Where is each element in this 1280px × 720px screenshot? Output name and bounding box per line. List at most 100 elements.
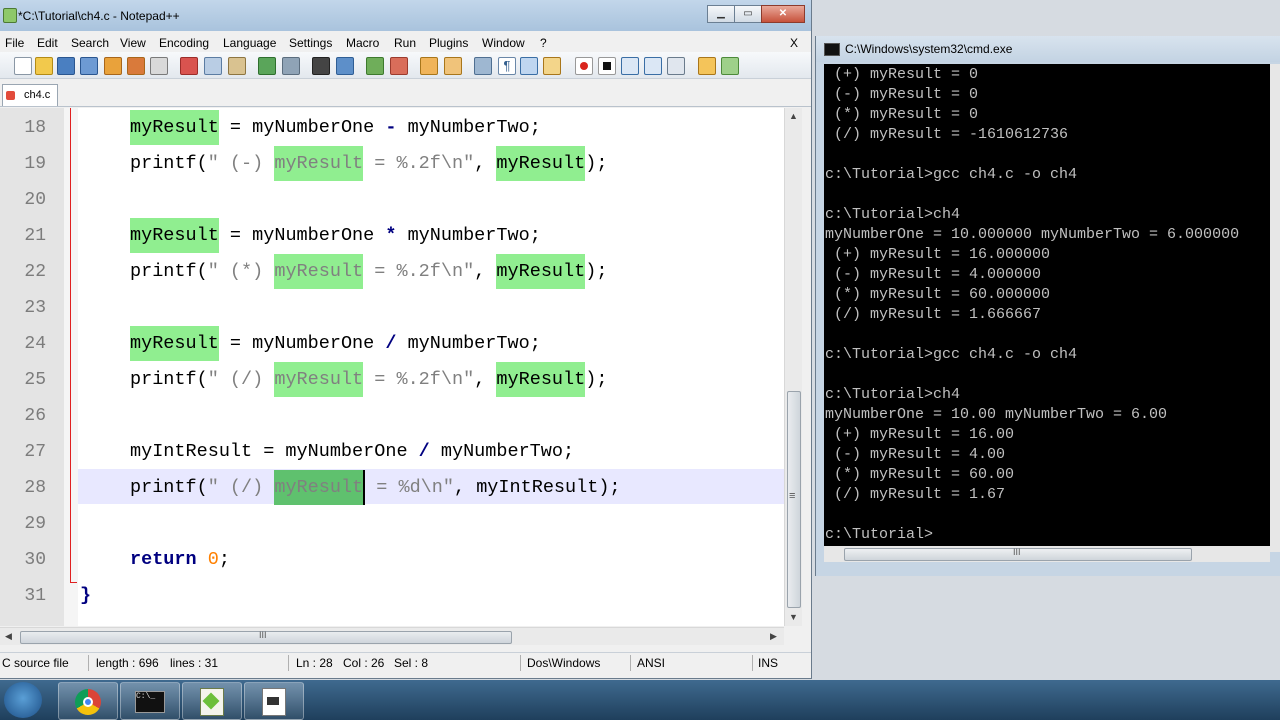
taskbar-cmd[interactable]: C:\_ — [120, 682, 180, 720]
code-editor[interactable]: 18 19 20 21 22 23 24 25 26 27 28 29 30 3… — [0, 108, 784, 626]
zoom-in-icon[interactable] — [366, 57, 384, 75]
show-all-chars-icon[interactable]: ¶ — [498, 57, 516, 75]
line-number: 19 — [24, 154, 46, 174]
minimize-button[interactable]: ▁ — [707, 5, 735, 23]
word-wrap-icon[interactable] — [474, 57, 492, 75]
close-window-button[interactable]: ✕ — [761, 5, 805, 23]
open-file-icon[interactable] — [35, 57, 53, 75]
maximize-button[interactable]: ▭ — [734, 5, 762, 23]
token-highlight: myResult — [130, 218, 219, 253]
console-output[interactable]: (+) myResult = 0 (-) myResult = 0 (*) my… — [824, 64, 1270, 552]
scroll-grip: III — [259, 630, 267, 640]
menu-encoding[interactable]: Encoding — [159, 36, 209, 50]
console-line: c:\Tutorial>gcc ch4.c -o ch4 — [825, 346, 1078, 363]
close-file-icon[interactable] — [104, 57, 122, 75]
taskbar-document[interactable] — [244, 682, 304, 720]
undo-icon[interactable] — [258, 57, 276, 75]
menu-run[interactable]: Run — [394, 36, 416, 50]
scroll-down-arrow-icon[interactable]: ▼ — [789, 612, 798, 622]
sync-horizontal-icon[interactable] — [444, 57, 462, 75]
record-macro-icon[interactable] — [575, 57, 593, 75]
copy-icon[interactable] — [204, 57, 222, 75]
code-line-30: return 0; — [130, 549, 230, 570]
tab-ch4-c[interactable]: ch4.c — [2, 84, 58, 106]
editor-horizontal-scrollbar[interactable]: ◀ III ▶ — [0, 627, 784, 645]
scroll-up-arrow-icon[interactable]: ▲ — [789, 111, 798, 121]
status-column: Col : 26 — [343, 656, 385, 670]
editor-vertical-scrollbar[interactable]: ▲ ≡ ▼ — [784, 108, 802, 626]
line-number: 31 — [24, 586, 46, 606]
paste-icon[interactable] — [228, 57, 246, 75]
code-line-24: myResult = myNumberOne / myNumberTwo; — [130, 326, 541, 361]
token: , — [474, 153, 497, 174]
redo-icon[interactable] — [282, 57, 300, 75]
user-language-icon[interactable] — [543, 57, 561, 75]
scroll-right-arrow-icon[interactable]: ▶ — [770, 631, 777, 642]
cut-icon[interactable] — [180, 57, 198, 75]
menu-settings[interactable]: Settings — [289, 36, 332, 50]
code-line-28: printf(" (/) myResult = %d\n", myIntResu… — [130, 470, 621, 505]
token: , — [474, 369, 497, 390]
menu-search[interactable]: Search — [71, 36, 109, 50]
save-all-icon[interactable] — [80, 57, 98, 75]
menu-file[interactable]: File — [5, 36, 24, 50]
console-prompt: c:\Tutorial> — [825, 526, 934, 543]
token: printf( — [130, 261, 208, 282]
cmd-horizontal-scrollbar[interactable]: III — [824, 546, 1270, 562]
tab-bar: ch4.c — [0, 82, 811, 107]
find-icon[interactable] — [312, 57, 330, 75]
new-file-icon[interactable] — [14, 57, 32, 75]
fold-line — [70, 108, 71, 583]
token-highlight: myResult — [496, 254, 586, 289]
zoom-out-icon[interactable] — [390, 57, 408, 75]
run-macro-multiple-icon[interactable] — [644, 57, 662, 75]
launch-browser-icon[interactable] — [698, 57, 716, 75]
taskbar-notepadpp[interactable] — [182, 682, 242, 720]
token: , — [474, 261, 497, 282]
print-icon[interactable] — [150, 57, 168, 75]
indent-guide-icon[interactable] — [520, 57, 538, 75]
taskbar-chrome[interactable] — [58, 682, 118, 720]
vertical-scroll-thumb[interactable]: ≡ — [787, 391, 801, 608]
console-line: (/) myResult = -1610612736 — [825, 126, 1069, 143]
menu-help[interactable]: ? — [540, 36, 547, 50]
menu-plugins[interactable]: Plugins — [429, 36, 468, 50]
token: printf( — [130, 153, 208, 174]
play-macro-icon[interactable] — [621, 57, 639, 75]
save-macro-icon[interactable] — [667, 57, 685, 75]
token-operator: - — [385, 117, 397, 138]
menu-language[interactable]: Language — [223, 36, 276, 50]
status-file-type: C source file — [2, 656, 69, 670]
token: printf( — [130, 369, 208, 390]
selected-token: myResult — [274, 470, 366, 505]
menu-macro[interactable]: Macro — [346, 36, 379, 50]
menu-window[interactable]: Window — [482, 36, 525, 50]
token: ; — [218, 549, 230, 570]
stop-macro-icon[interactable] — [598, 57, 616, 75]
cmd-window: C:\Windows\system32\cmd.exe (+) myResult… — [815, 36, 1280, 576]
status-eol: Dos\Windows — [527, 656, 601, 670]
scroll-left-arrow-icon[interactable]: ◀ — [5, 631, 12, 642]
console-line: (/) myResult = 1.666667 — [825, 306, 1042, 323]
line-number-gutter: 18 19 20 21 22 23 24 25 26 27 28 29 30 3… — [0, 108, 64, 626]
console-line: (-) myResult = 4.00 — [825, 446, 1006, 463]
close-document-x[interactable]: X — [790, 36, 798, 50]
code-line-21: myResult = myNumberOne * myNumberTwo; — [130, 218, 541, 253]
code-line-27: myIntResult = myNumberOne / myNumberTwo; — [130, 441, 574, 462]
line-number: 24 — [24, 334, 46, 354]
cmd-vertical-scrollbar[interactable] — [1270, 64, 1280, 552]
fold-margin[interactable] — [64, 108, 78, 626]
replace-icon[interactable] — [336, 57, 354, 75]
save-icon[interactable] — [57, 57, 75, 75]
line-number: 28 — [24, 478, 46, 498]
toolbar: ¶ — [0, 52, 811, 79]
start-button[interactable] — [4, 682, 42, 718]
token: = myNumberOne — [218, 333, 386, 354]
menu-view[interactable]: View — [120, 36, 146, 50]
spell-check-icon[interactable] — [721, 57, 739, 75]
sync-vertical-icon[interactable] — [420, 57, 438, 75]
close-all-icon[interactable] — [127, 57, 145, 75]
horizontal-scroll-thumb[interactable]: III — [20, 630, 512, 644]
menu-edit[interactable]: Edit — [37, 36, 58, 50]
cmd-scroll-thumb[interactable]: III — [844, 547, 1192, 561]
